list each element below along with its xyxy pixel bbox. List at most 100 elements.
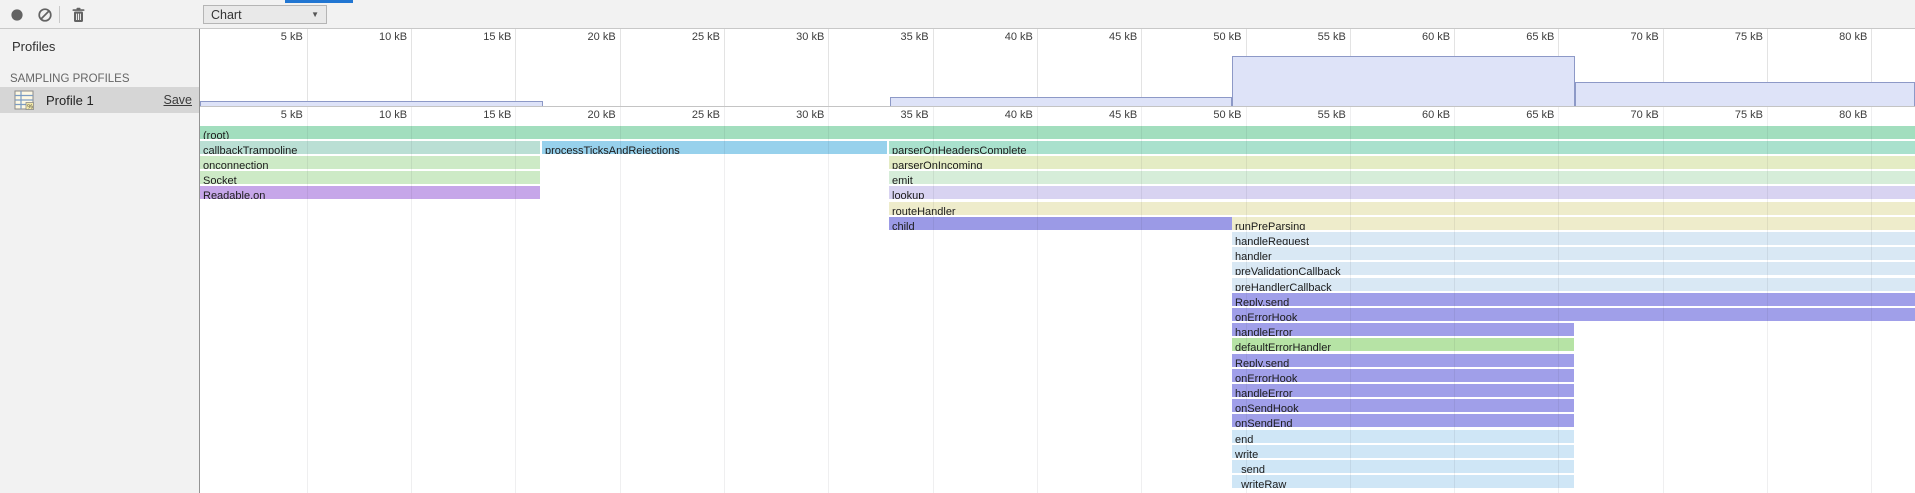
flame-bar[interactable]: end bbox=[1232, 430, 1574, 443]
flame-bar[interactable]: processTicksAndRejections bbox=[542, 141, 887, 154]
flame-bar[interactable]: write_ bbox=[1232, 445, 1574, 458]
ruler-tick-label: 30 kB bbox=[750, 109, 824, 121]
flame-bar-label: emit bbox=[889, 175, 913, 184]
ruler-tick-label: 35 kB bbox=[855, 109, 929, 121]
flame-bar[interactable]: Socket bbox=[200, 171, 540, 184]
flame-bar[interactable]: preValidationCallback bbox=[1232, 262, 1915, 275]
overview-axis-tick-label: 55 kB bbox=[1272, 31, 1346, 43]
profiles-title: Profiles bbox=[12, 39, 55, 54]
svg-text:%: % bbox=[27, 104, 33, 110]
flame-bar[interactable]: lookup bbox=[889, 186, 1915, 199]
flame-bar-label: preValidationCallback bbox=[1232, 266, 1341, 275]
overview-axis-tick-label: 25 kB bbox=[646, 31, 720, 43]
overview-gridline bbox=[933, 29, 934, 106]
toolbar: Chart ▼ bbox=[0, 0, 1915, 29]
overview-gridline bbox=[307, 29, 308, 106]
flame-bar[interactable]: child bbox=[889, 217, 1232, 230]
flame-bar[interactable]: runPreParsing bbox=[1232, 217, 1915, 230]
flame-bar[interactable]: onSendHook bbox=[1232, 399, 1574, 412]
flame-bar[interactable]: handleRequest bbox=[1232, 232, 1915, 245]
flame-bar[interactable]: routeHandler bbox=[889, 202, 1915, 215]
flame-bar[interactable]: parserOnIncoming bbox=[889, 156, 1915, 169]
flame-bar-label: _writeRaw bbox=[1232, 479, 1286, 488]
flame-bar[interactable]: handler bbox=[1232, 247, 1915, 260]
flame-bar[interactable]: handleError bbox=[1232, 323, 1574, 336]
flame-gridline bbox=[724, 107, 725, 493]
flame-gridline bbox=[1350, 107, 1351, 493]
overview-axis-tick-label: 65 kB bbox=[1480, 31, 1554, 43]
sampling-profiles-heading: SAMPLING PROFILES bbox=[10, 73, 130, 85]
overview-gridline bbox=[1141, 29, 1142, 106]
overview-gridline bbox=[828, 29, 829, 106]
overview-axis-tick-label: 70 kB bbox=[1585, 31, 1659, 43]
flame-gridline bbox=[828, 107, 829, 493]
flame-bar[interactable]: onErrorHook bbox=[1232, 369, 1574, 382]
overview-gridline bbox=[515, 29, 516, 106]
flame-bar[interactable]: Readable.on bbox=[200, 186, 540, 199]
ruler-tick-label: 75 kB bbox=[1689, 109, 1763, 121]
flame-bar-label: write_ bbox=[1232, 449, 1264, 458]
flame-chart-pane[interactable]: 5 kB5 kB10 kB10 kB15 kB15 kB20 kB20 kB25… bbox=[200, 29, 1915, 493]
flame-bar-label: Socket bbox=[200, 175, 237, 184]
ruler-tick-label: 45 kB bbox=[1063, 109, 1137, 121]
toolbar-separator bbox=[59, 6, 60, 23]
overview-axis-tick-label: 35 kB bbox=[855, 31, 929, 43]
overview-gridline bbox=[724, 29, 725, 106]
flame-bar[interactable]: defaultErrorHandler bbox=[1232, 338, 1574, 351]
flame-gridline bbox=[1767, 107, 1768, 493]
flame-gridline bbox=[1141, 107, 1142, 493]
flame-gridline bbox=[1871, 107, 1872, 493]
ruler-tick-label: 10 kB bbox=[333, 109, 407, 121]
block-icon[interactable] bbox=[33, 3, 57, 26]
ruler-tick-label: 55 kB bbox=[1272, 109, 1346, 121]
flame-bar[interactable]: preHandlerCallback bbox=[1232, 278, 1915, 291]
overview-axis-tick-label: 75 kB bbox=[1689, 31, 1763, 43]
flame-gridline bbox=[933, 107, 934, 493]
flame-bar[interactable]: (root) bbox=[200, 126, 1915, 139]
flame-bar[interactable]: onErrorHook bbox=[1232, 308, 1915, 321]
trash-icon[interactable] bbox=[66, 3, 90, 26]
flame-bar[interactable]: onSendEnd bbox=[1232, 414, 1574, 427]
ruler-tick-label: 65 kB bbox=[1480, 109, 1554, 121]
overview-axis-tick-label: 30 kB bbox=[750, 31, 824, 43]
flame-bar-label: handler bbox=[1232, 251, 1272, 260]
overview-axis-tick-label: 80 kB bbox=[1793, 31, 1867, 43]
flame-gridline bbox=[1663, 107, 1664, 493]
ruler-tick-label: 15 kB bbox=[437, 109, 511, 121]
ruler-tick-label: 20 kB bbox=[542, 109, 616, 121]
flame-bar-label: lookup bbox=[889, 190, 924, 199]
ruler-tick-label: 5 kB bbox=[229, 109, 303, 121]
chevron-down-icon: ▼ bbox=[311, 10, 319, 19]
overview-gridline bbox=[1037, 29, 1038, 106]
flame-bar-label: defaultErrorHandler bbox=[1232, 342, 1331, 351]
flame-bar[interactable]: Reply.send bbox=[1232, 293, 1915, 306]
flame-bar[interactable]: parserOnHeadersComplete bbox=[889, 141, 1915, 154]
ruler-tick-label: 40 kB bbox=[959, 109, 1033, 121]
flame-bar[interactable]: onconnection bbox=[200, 156, 540, 169]
flame-bar[interactable]: emit bbox=[889, 171, 1915, 184]
overview-axis-tick-label: 5 kB bbox=[229, 31, 303, 43]
devtools-memory-profiler: Chart ▼ Profiles SAMPLING PROFILES % Pro… bbox=[0, 0, 1915, 493]
flame-gridline bbox=[1037, 107, 1038, 493]
flame-bar[interactable]: Reply.send bbox=[1232, 354, 1574, 367]
overview-axis-tick-label: 20 kB bbox=[542, 31, 616, 43]
flame-gridline bbox=[1454, 107, 1455, 493]
flame-bar-label: callbackTrampoline bbox=[200, 145, 297, 154]
ruler-tick-label: 80 kB bbox=[1793, 109, 1867, 121]
record-icon[interactable] bbox=[5, 3, 29, 26]
profile-save-link[interactable]: Save bbox=[164, 93, 193, 107]
flame-bar-label: onErrorHook bbox=[1232, 312, 1297, 321]
overview-axis-tick-label: 15 kB bbox=[437, 31, 511, 43]
flame-bar-label: routeHandler bbox=[889, 206, 956, 215]
flame-bar[interactable]: _writeRaw bbox=[1232, 475, 1574, 488]
overview-memory-step bbox=[890, 97, 1232, 106]
flame-gridline bbox=[307, 107, 308, 493]
sidebar-item-profile-1[interactable]: % Profile 1 Save bbox=[0, 87, 199, 113]
view-mode-select[interactable]: Chart ▼ bbox=[203, 5, 327, 24]
flame-gridline bbox=[1558, 107, 1559, 493]
flame-bar[interactable]: _send bbox=[1232, 460, 1574, 473]
flame-bar[interactable]: callbackTrampoline bbox=[200, 141, 540, 154]
flame-bar[interactable]: handleError bbox=[1232, 384, 1574, 397]
flame-bar-label: Readable.on bbox=[200, 190, 265, 199]
overview-axis-tick-label: 60 kB bbox=[1376, 31, 1450, 43]
